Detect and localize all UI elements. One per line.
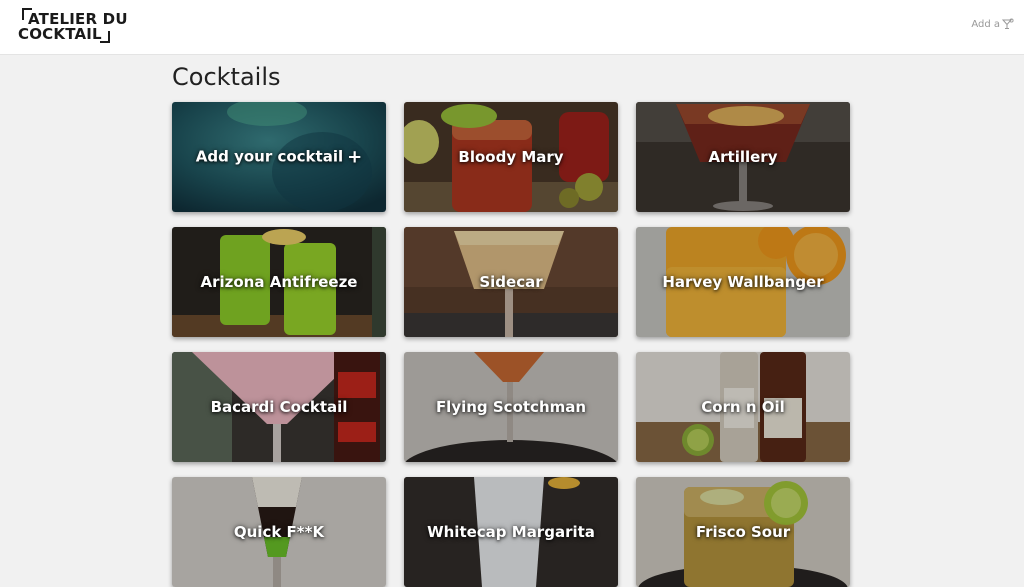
cocktail-grid: Add your cocktail + Bloody Mary Artiller… [172,102,850,587]
plus-icon: + [347,146,363,168]
cocktail-card-bloody-mary[interactable]: Bloody Mary [404,102,618,212]
add-cocktail-link[interactable]: Add a [971,18,1014,30]
top-header: ATELIER DU COCKTAIL Add a [0,0,1024,55]
page-title: Cocktails [172,63,281,91]
cocktail-name: Harvey Wallbanger [662,273,824,291]
cocktail-name: Flying Scotchman [435,398,587,416]
cocktail-name: Frisco Sour [695,523,791,541]
cocktail-card-harvey-wallbanger[interactable]: Harvey Wallbanger [636,227,850,337]
cocktail-card-arizona-antifreeze[interactable]: Arizona Antifreeze [172,227,386,337]
logo-bracket-bottom [100,31,110,43]
cocktail-name: Arizona Antifreeze [200,273,358,291]
cocktail-glass-icon [1002,18,1014,30]
logo-line-2: COCKTAIL [18,25,102,43]
cocktail-name: Bloody Mary [458,148,564,166]
cocktail-name: Corn n Oil [701,398,785,416]
cocktail-card-frisco-sour[interactable]: Frisco Sour [636,477,850,587]
cocktail-card-sidecar[interactable]: Sidecar [404,227,618,337]
cocktail-card-bacardi-cocktail[interactable]: Bacardi Cocktail [172,352,386,462]
cocktail-name: Bacardi Cocktail [210,398,348,416]
add-cocktail-label: Add your cocktail + [172,147,386,168]
cocktail-card-quick-fk[interactable]: Quick F**K [172,477,386,587]
add-link-label: Add a [971,18,1000,30]
cocktail-card-flying-scotchman[interactable]: Flying Scotchman [404,352,618,462]
add-cocktail-card[interactable]: Add your cocktail + [172,102,386,212]
cocktail-card-artillery[interactable]: Artillery [636,102,850,212]
cocktail-name: Artillery [708,148,778,166]
cocktail-card-corn-n-oil[interactable]: Corn n Oil [636,352,850,462]
cocktail-card-whitecap-margarita[interactable]: Whitecap Margarita [404,477,618,587]
site-logo[interactable]: ATELIER DU COCKTAIL [18,8,128,44]
cocktail-name: Whitecap Margarita [427,523,595,541]
cocktail-name: Quick F**K [233,523,325,541]
cocktail-name: Sidecar [479,273,543,291]
add-cocktail-text: Add your cocktail [195,147,344,166]
